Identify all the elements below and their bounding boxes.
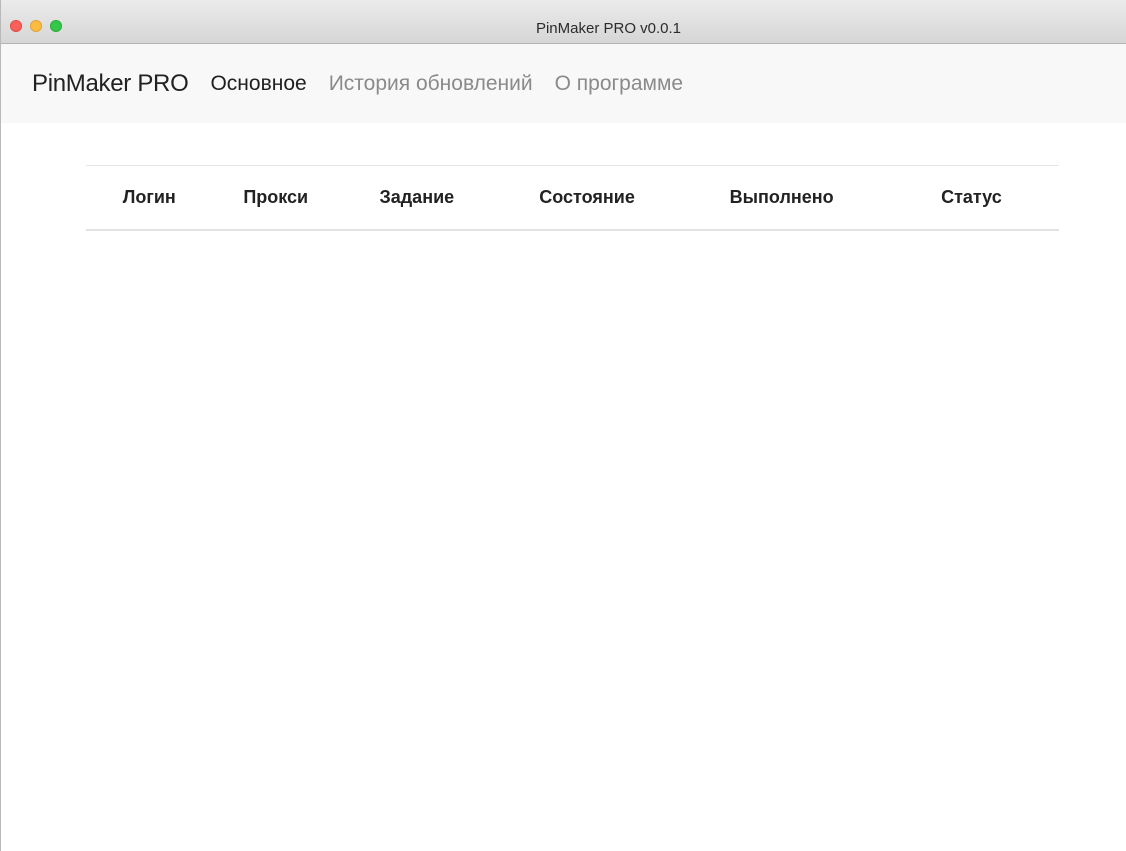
nav-link-main[interactable]: Основное (210, 69, 306, 99)
column-header-status: Статус (941, 187, 1002, 207)
column-header-done: Выполнено (729, 187, 834, 207)
brand-logo-text[interactable]: PinMaker PRO (32, 69, 189, 99)
column-header-login: Логин (122, 187, 176, 207)
nav-link-about[interactable]: О программе (555, 69, 683, 99)
app-window: PinMaker PRO v0.0.1 PinMaker PRO Основно… (0, 0, 1126, 851)
window-title: PinMaker PRO v0.0.1 (535, 20, 682, 37)
table-header-row: Логин Прокси Задание Состояние Выполнено… (86, 165, 1059, 230)
accounts-table: Логин Прокси Задание Состояние Выполнено… (86, 165, 1059, 231)
title-bar[interactable]: PinMaker PRO v0.0.1 (1, 0, 1126, 44)
column-header-task: Задание (379, 187, 455, 207)
nav-link-update-history[interactable]: История обновлений (329, 69, 533, 99)
app-navbar: PinMaker PRO Основное История обновлений… (1, 44, 1126, 123)
column-header-state: Состояние (539, 187, 635, 207)
column-header-proxy: Прокси (243, 187, 309, 207)
accounts-table-container: Логин Прокси Задание Состояние Выполнено… (86, 165, 1059, 231)
nav-links: Основное История обновлений О программе (210, 69, 705, 99)
